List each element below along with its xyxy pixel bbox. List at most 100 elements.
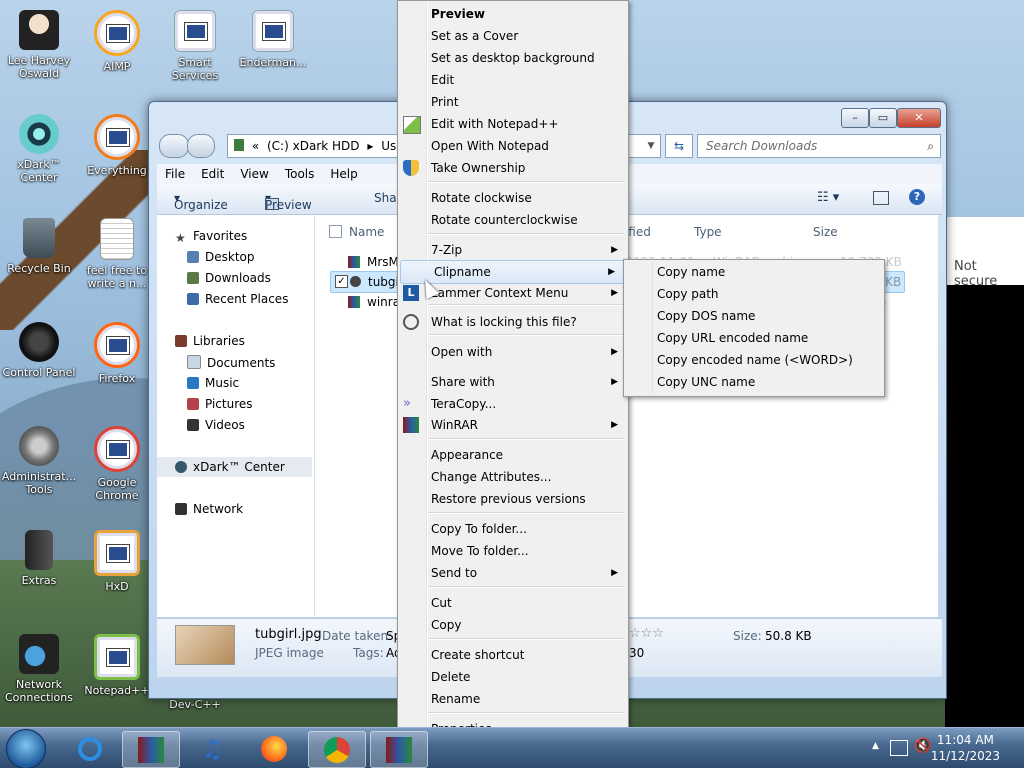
desktop-icon-devcpp[interactable]: Dev-C++ — [157, 698, 233, 711]
nav-libraries[interactable]: Libraries — [175, 334, 245, 348]
menu-tools[interactable]: Tools — [277, 164, 323, 184]
column-header-size[interactable]: Size — [813, 225, 838, 239]
maximize-button[interactable]: ▭ — [869, 108, 897, 128]
menu-item-open-with-notepad[interactable]: Open With Notepad — [398, 135, 628, 157]
menu-item-what-is-locking-this-file[interactable]: What is locking this file? — [398, 311, 628, 333]
rating-stars[interactable]: ☆☆☆ — [629, 626, 664, 641]
menu-item-set-as-desktop-background[interactable]: Set as desktop background — [398, 47, 628, 69]
network-tray-icon[interactable] — [890, 740, 908, 756]
search-input[interactable]: Search Downloads ⌕ — [697, 134, 941, 158]
submenu-item-copy-encoded-name-word[interactable]: Copy encoded name (<WORD>) — [657, 349, 853, 371]
desktop-icon-network-connections[interactable]: Network Connections — [1, 634, 77, 704]
menu-help[interactable]: Help — [322, 164, 365, 184]
menu-item-edit-with-notepad[interactable]: Edit with Notepad++ — [398, 113, 628, 135]
nav-desktop[interactable]: Desktop — [187, 250, 255, 264]
taskbar-chrome[interactable] — [308, 731, 366, 768]
system-clock[interactable]: 11:04 AM 11/12/2023 — [931, 732, 1000, 764]
menu-item-set-as-a-cover[interactable]: Set as a Cover — [398, 25, 628, 47]
menu-item-rename[interactable]: Rename — [398, 688, 628, 710]
nav-downloads[interactable]: Downloads — [187, 271, 271, 285]
menu-item-copy[interactable]: Copy — [398, 614, 628, 636]
submenu-item-copy-dos-name[interactable]: Copy DOS name — [657, 305, 755, 327]
desktop-icon-hxd[interactable]: HxD — [79, 530, 155, 593]
menu-item-share-with[interactable]: Share with ▶ — [398, 371, 628, 393]
nav-xdark-center[interactable]: xDark™ Center — [157, 457, 312, 477]
address-dropdown-icon[interactable]: ▼ — [642, 135, 660, 157]
search-icon[interactable]: ⌕ — [927, 135, 934, 157]
back-button[interactable] — [159, 134, 189, 158]
minimize-button[interactable]: – — [841, 108, 869, 128]
menu-item-rotate-counterclockwise[interactable]: Rotate counterclockwise — [398, 209, 628, 231]
taskbar-winrar-app[interactable] — [370, 731, 428, 768]
menu-item-delete[interactable]: Delete — [398, 666, 628, 688]
desktop-icon-extras[interactable]: Extras — [1, 530, 77, 587]
desktop-icon-smart-services[interactable]: Smart Services — [157, 10, 233, 82]
nav-music[interactable]: Music — [187, 376, 239, 390]
breadcrumb-overflow[interactable]: « — [252, 139, 259, 153]
row-checkbox[interactable]: ✓ — [335, 275, 348, 288]
organize-button[interactable]: Organize ▾ — [174, 191, 228, 212]
view-options-icon[interactable]: ☷ ▾ — [817, 190, 839, 205]
menu-view[interactable]: View — [232, 164, 276, 184]
menu-item-cut[interactable]: Cut — [398, 592, 628, 614]
submenu-item-copy-name[interactable]: Copy name — [657, 261, 725, 283]
submenu-item-copy-unc-name[interactable]: Copy UNC name — [657, 371, 755, 393]
taskbar-winrar[interactable] — [122, 731, 180, 768]
select-all-checkbox[interactable] — [329, 225, 342, 238]
volume-muted-icon[interactable]: 🔇 — [914, 738, 931, 754]
close-button[interactable]: ✕ — [897, 108, 941, 128]
nav-pictures[interactable]: Pictures — [187, 397, 253, 411]
taskbar-internet-explorer[interactable] — [62, 731, 118, 766]
not-secure-label[interactable]: Not secure — [954, 259, 1024, 289]
start-orb-icon[interactable] — [6, 729, 46, 768]
desktop-icon-xdark-center[interactable]: xDark™ Center — [1, 114, 77, 184]
menu-item-open-with[interactable]: Open with ▶ — [398, 341, 628, 363]
taskbar-itunes[interactable]: ♫ — [184, 731, 240, 766]
preview-pane-icon[interactable] — [873, 191, 889, 205]
taskbar-firefox[interactable] — [246, 731, 302, 766]
menu-item-create-shortcut[interactable]: Create shortcut — [398, 644, 628, 666]
forward-button[interactable] — [187, 134, 215, 158]
refresh-icon[interactable]: ⇆ — [665, 134, 693, 158]
menu-item-appearance[interactable]: Appearance — [398, 444, 628, 466]
column-header-name[interactable]: Name — [349, 225, 384, 239]
desktop-icon-aimp[interactable]: AIMP — [79, 10, 155, 73]
nav-videos[interactable]: Videos — [187, 418, 245, 432]
nav-network[interactable]: Network — [175, 502, 243, 516]
menu-item-print[interactable]: Print — [398, 91, 628, 113]
menu-item-take-ownership[interactable]: Take Ownership — [398, 157, 628, 179]
menu-item-preview[interactable]: Preview — [398, 3, 628, 25]
desktop-icon-enderman[interactable]: Enderman... — [235, 10, 311, 69]
desktop-icon-chrome[interactable]: Google Chrome — [79, 426, 155, 502]
menu-item-change-attributes[interactable]: Change Attributes... — [398, 466, 628, 488]
menu-item-restore-previous-versions[interactable]: Restore previous versions — [398, 488, 628, 510]
menu-item-winrar[interactable]: WinRAR ▶ — [398, 414, 628, 436]
desktop-icon-everything[interactable]: Everything — [79, 114, 155, 177]
preview-button[interactable]: Preview ▾ — [265, 191, 312, 212]
submenu-item-copy-path[interactable]: Copy path — [657, 283, 719, 305]
menu-item-edit[interactable]: Edit — [398, 69, 628, 91]
help-icon[interactable]: ? — [909, 189, 925, 205]
desktop-icon-control-panel[interactable]: Control Panel — [1, 322, 77, 379]
submenu-item-copy-url-encoded-name[interactable]: Copy URL encoded name — [657, 327, 808, 349]
column-header-type[interactable]: Type — [694, 225, 722, 239]
desktop-icon-firefox[interactable]: Firefox — [79, 322, 155, 385]
nav-favorites[interactable]: ★ Favorites — [175, 229, 247, 245]
desktop-icon-notepadpp[interactable]: Notepad++ — [79, 634, 155, 697]
desktop-icon-admin-tools[interactable]: Administrat... Tools — [1, 426, 77, 496]
nav-documents[interactable]: Documents — [187, 355, 275, 370]
nav-recent-places[interactable]: Recent Places — [187, 292, 288, 306]
desktop-icon-text-file[interactable]: feel free to write a n... — [79, 218, 155, 290]
tray-overflow-icon[interactable]: ▲ — [872, 741, 879, 751]
menu-edit[interactable]: Edit — [193, 164, 232, 184]
breadcrumb-drive[interactable]: (C:) xDark HDD — [267, 139, 360, 153]
menu-item-clipname[interactable]: Clipname ▶ — [400, 260, 626, 284]
menu-item-7-zip[interactable]: 7-Zip ▶ — [398, 239, 628, 261]
desktop-icon-lee-harvey-oswald[interactable]: Lee Harvey Oswald — [1, 10, 77, 80]
menu-item-teracopy[interactable]: » TeraCopy... — [398, 393, 628, 415]
menu-item-rotate-clockwise[interactable]: Rotate clockwise — [398, 187, 628, 209]
menu-item-copy-to-folder[interactable]: Copy To folder... — [398, 518, 628, 540]
menu-file[interactable]: File — [157, 164, 193, 184]
menu-item-move-to-folder[interactable]: Move To folder... — [398, 540, 628, 562]
menu-item-send-to[interactable]: Send to ▶ — [398, 562, 628, 584]
